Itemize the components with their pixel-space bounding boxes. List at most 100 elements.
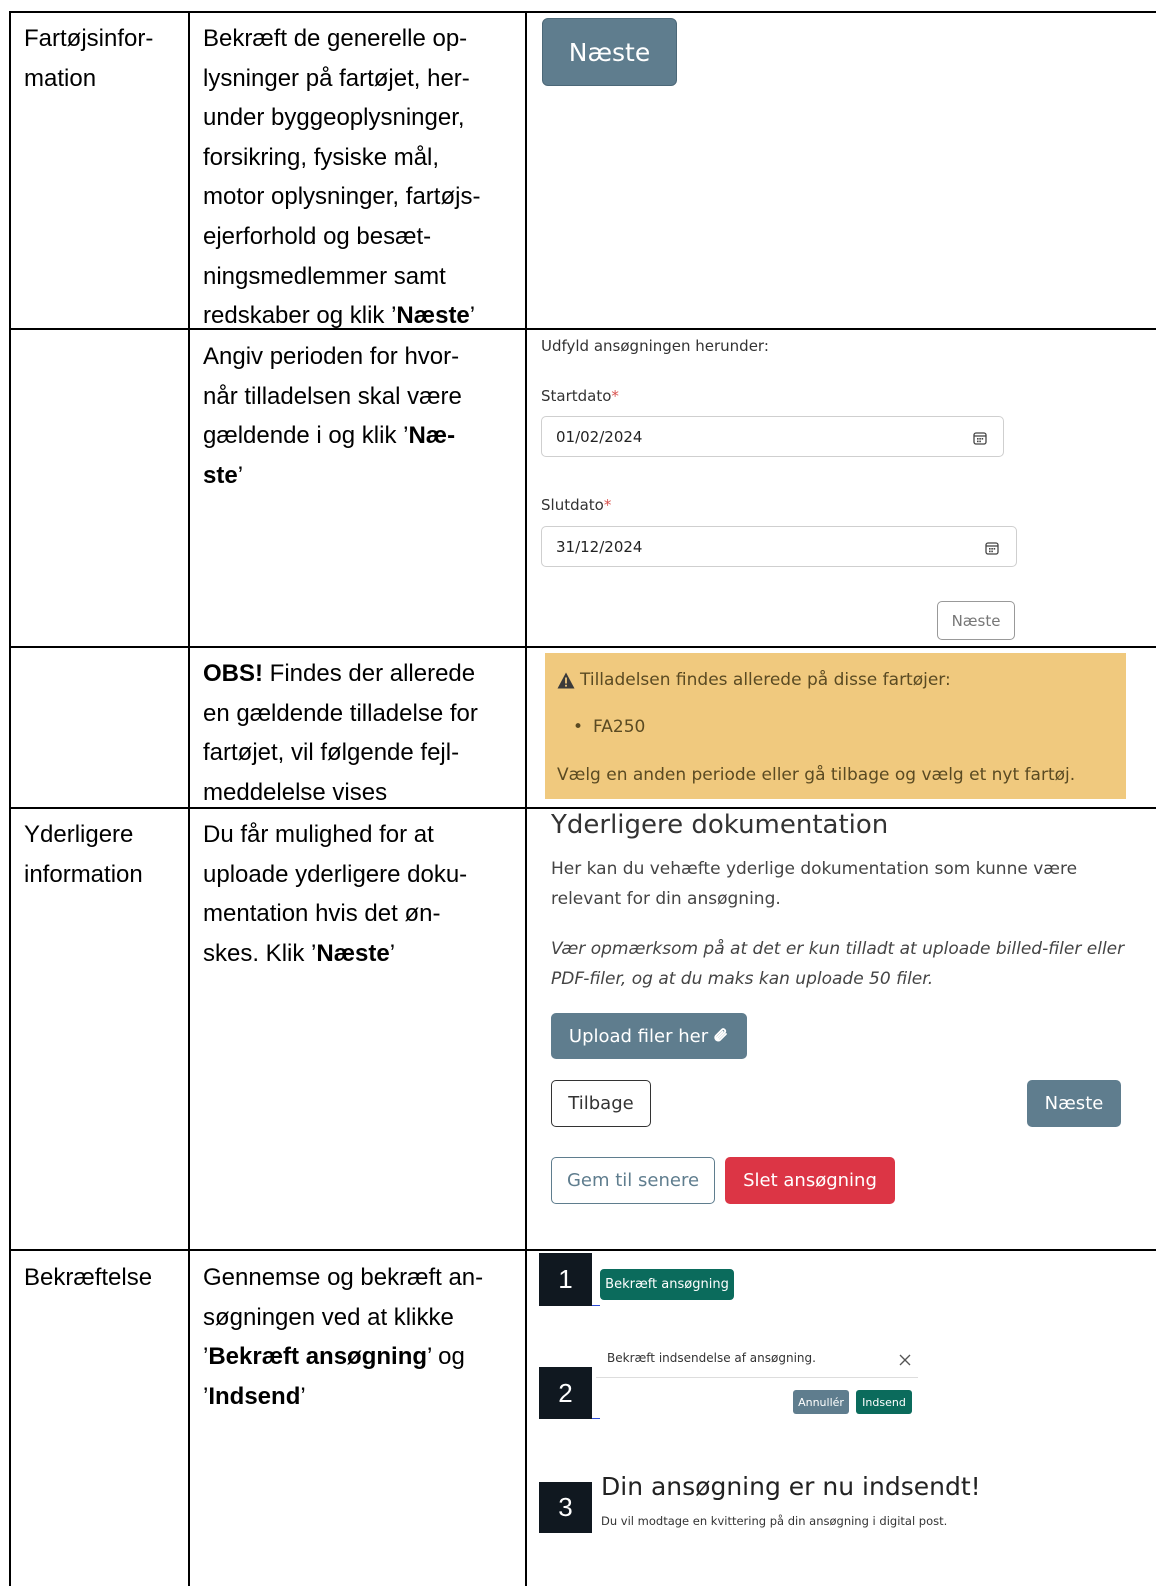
instruction-text: redskaber og klik ’: [203, 302, 397, 330]
instruction-line: en gældende tilladelse for: [203, 699, 478, 727]
confirm-application-button[interactable]: Bekræft ansøgning: [600, 1269, 734, 1300]
section-description: Her kan du vehæfte yderlige dokumentatio…: [551, 859, 1078, 909]
instruction-line: motor oplysninger, fartøjs-: [203, 183, 481, 211]
instruction-line: Du får mulighed for at: [203, 821, 434, 848]
submit-button[interactable]: Indsend: [856, 1390, 912, 1414]
instruction-bold: Næste: [396, 302, 470, 330]
required-mark: *: [603, 496, 612, 514]
save-for-later-button[interactable]: Gem til senere: [551, 1157, 715, 1204]
cancel-button[interactable]: Annullér: [793, 1390, 849, 1414]
slutdato-input[interactable]: 31/12/2024: [541, 526, 1017, 567]
step-badge-1: 1: [539, 1253, 592, 1306]
instruction-line: fartøjet, vil følgende fejl-: [203, 739, 460, 767]
startdato-input[interactable]: 01/02/2024: [541, 416, 1004, 457]
required-mark: *: [611, 387, 619, 405]
success-title: Din ansøgning er nu indsendt!: [601, 1472, 981, 1501]
startdato-value: 01/02/2024: [556, 428, 643, 446]
instruction-line: lysninger på fartøjet, her-: [203, 64, 470, 92]
warning-title-row: Tilladelsen findes allerede på disse far…: [557, 670, 951, 690]
close-icon[interactable]: [899, 1351, 911, 1366]
row-divider-4: [9, 1249, 1156, 1251]
slutdato-value: 31/12/2024: [556, 538, 643, 556]
instruction-text: ’: [469, 302, 476, 330]
instruction-bold: OBS!: [203, 660, 263, 687]
instruction-text: ’: [300, 1382, 306, 1410]
instruction-bold: Bekræft ansøgning: [208, 1343, 428, 1371]
row-divider-1: [9, 328, 1156, 330]
calendar-icon[interactable]: [985, 540, 999, 559]
startdato-label-text: Startdato: [541, 387, 612, 405]
warning-item-text: FA250: [593, 717, 646, 737]
warning-alert: Tilladelsen findes allerede på disse far…: [545, 653, 1126, 799]
confirm-dialog: Bekræft indsendelse af ansøgning. Annull…: [596, 1336, 918, 1418]
startdato-label: Startdato*: [541, 387, 619, 405]
calendar-icon[interactable]: [973, 430, 987, 449]
instruction-line: ste’: [203, 456, 523, 496]
instruction-text: ’ og: [427, 1343, 465, 1371]
row-label-bekraeftelse: Bekræftelse: [24, 1264, 153, 1291]
instruction-dokumentation: Du får mulighed for at uploade yderliger…: [203, 815, 523, 973]
dialog-text: Bekræft indsendelse af ansøgning.: [607, 1351, 816, 1365]
instruction-line: søgningen ved at klikke: [203, 1303, 454, 1331]
instruction-bold: ste: [203, 461, 238, 489]
instruction-line: ejerforhold og besæt-: [203, 222, 432, 250]
instruction-line: under byggeoplysninger,: [203, 104, 465, 132]
instruction-line: gældende i og klik ’Næ-: [203, 416, 523, 456]
table-border-top: [9, 11, 1156, 13]
instruction-fartoejsinformation: Bekræft de generelle op- lysninger på fa…: [203, 19, 523, 336]
column-divider-2: [525, 11, 527, 1586]
instruction-line: når tilladelsen skal være: [203, 382, 462, 410]
success-text: Du vil modtage en kvittering på din ansø…: [601, 1514, 948, 1528]
instruction-line: Gennemse og bekræft an-: [203, 1264, 484, 1291]
instruction-bold: Næ-: [408, 422, 456, 450]
instruction-text: skes. Klik ’: [203, 939, 317, 967]
instruction-line: forsikring, fysiske mål,: [203, 143, 440, 171]
row-label-yderligere-information: Yderligere information: [24, 821, 143, 888]
instruction-obs: OBS! Findes der allerede en gældende til…: [203, 654, 523, 812]
warning-triangle-icon: [557, 672, 575, 689]
section-heading: Yderligere dokumentation: [551, 810, 889, 840]
next-button[interactable]: Næste: [1027, 1080, 1121, 1127]
instruction-line: Bekræft de generelle op-: [203, 25, 468, 52]
form-intro: Udfyld ansøgningen herunder:: [541, 337, 769, 355]
instruction-line: ’Indsend’: [203, 1377, 523, 1417]
instruction-text: gældende i og klik ’: [203, 422, 409, 450]
instruction-text: ’: [389, 939, 396, 967]
instruction-periode: Angiv perioden for hvor- når tilladelsen…: [203, 337, 523, 495]
step-underline: [592, 1305, 600, 1306]
warning-title: Tilladelsen findes allerede på disse far…: [580, 670, 951, 690]
instruction-line: OBS! Findes der allerede: [203, 654, 523, 694]
warning-footer: Vælg en anden periode eller gå tilbage o…: [557, 765, 1076, 785]
table-border-left: [9, 11, 11, 1586]
instruction-bold: Næste: [316, 939, 390, 967]
instruction-line: ’Bekræft ansøgning’ og: [203, 1337, 523, 1377]
warning-list-item: • FA250: [573, 717, 645, 737]
instruction-line: uploade yderligere doku-: [203, 860, 468, 888]
delete-application-button[interactable]: Slet ansøgning: [725, 1157, 895, 1204]
back-button[interactable]: Tilbage: [551, 1080, 651, 1127]
upload-note: Vær opmærksom på at det er kun tilladt a…: [551, 939, 1125, 989]
slutdato-label: Slutdato*: [541, 496, 611, 514]
slutdato-label-text: Slutdato: [541, 496, 604, 514]
step-underline: [592, 1418, 600, 1419]
upload-button-label: Upload filer her: [568, 1025, 709, 1047]
instruction-bekraeftelse: Gennemse og bekræft an- søgningen ved at…: [203, 1258, 523, 1416]
instruction-line: ningsmedlemmer samt: [203, 262, 446, 290]
step-badge-2: 2: [539, 1367, 592, 1419]
instruction-line: meddelelse vises: [203, 778, 388, 806]
step-badge-3: 3: [539, 1482, 592, 1533]
instruction-line: mentation hvis det øn-: [203, 900, 441, 928]
next-button[interactable]: Næste: [542, 18, 677, 86]
paperclip-icon: [713, 1027, 729, 1045]
instruction-bold: Indsend: [208, 1382, 301, 1410]
row-divider-3: [9, 807, 1156, 809]
instruction-text: Findes der allerede: [263, 660, 476, 687]
dialog-divider: [596, 1377, 918, 1378]
next-button-disabled[interactable]: Næste: [937, 601, 1015, 640]
instruction-line: redskaber og klik ’Næste’: [203, 296, 523, 336]
instruction-line: skes. Klik ’Næste’: [203, 934, 523, 974]
upload-files-button[interactable]: Upload filer her: [551, 1013, 747, 1059]
instruction-text: ’: [237, 461, 244, 489]
row-divider-2: [9, 646, 1156, 648]
bullet-icon: •: [573, 717, 584, 737]
